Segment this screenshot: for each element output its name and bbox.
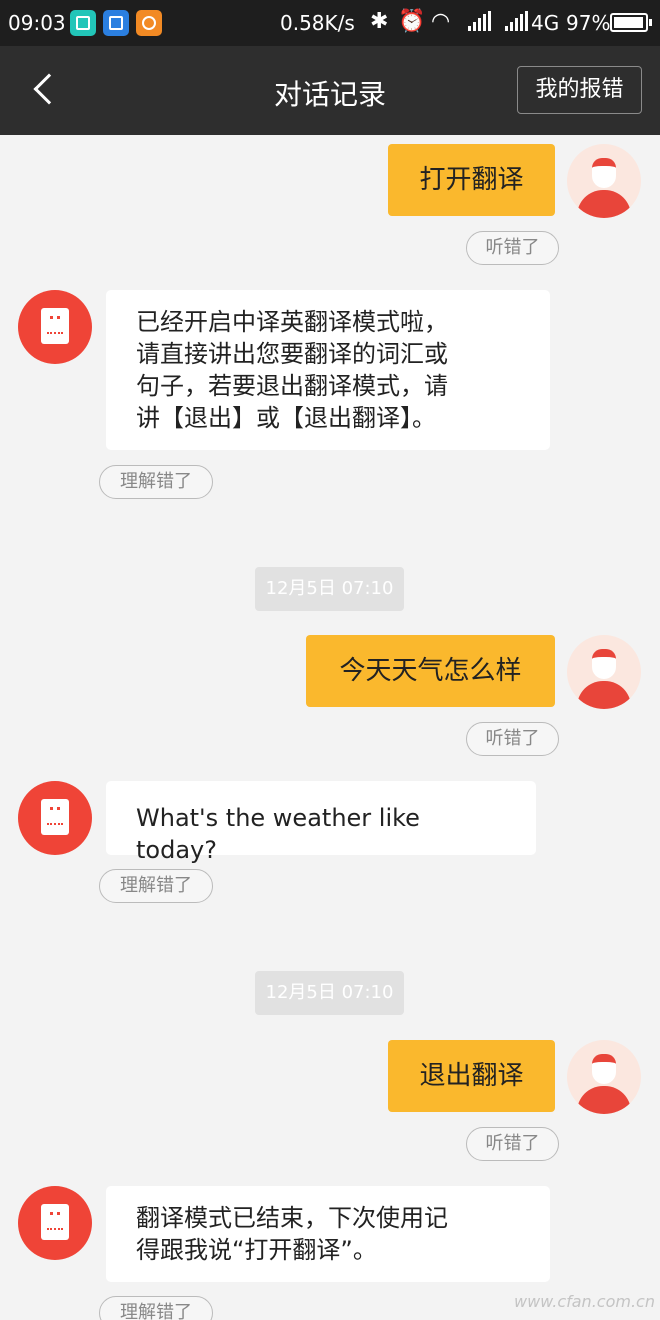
assistant-message: 翻译模式已结束，下次使用记 得跟我说“打开翻译”。 — [106, 1186, 550, 1282]
assistant-avatar — [18, 290, 92, 364]
user-message: 今天天气怎么样 — [306, 635, 555, 707]
battery-icon — [610, 13, 652, 32]
user-message: 退出翻译 — [388, 1040, 555, 1112]
misunderstood-button[interactable]: 理解错了 — [99, 465, 213, 499]
net-speed: 0.58K/s — [280, 11, 355, 35]
signal-icon — [468, 11, 492, 37]
signal-icon-2 — [505, 11, 529, 37]
misheard-button[interactable]: 听错了 — [466, 231, 559, 265]
watermark: www.cfan.com.cn — [514, 1292, 655, 1311]
user-message: 打开翻译 — [388, 144, 555, 216]
screenshot-app-icon — [70, 10, 96, 36]
timestamp: 12月5日 07:10 — [255, 971, 404, 1015]
assistant-avatar — [18, 1186, 92, 1260]
network-type: 4G — [531, 11, 560, 35]
title-bar: 对话记录 我的报错 — [0, 46, 660, 135]
user-avatar — [567, 1040, 641, 1114]
alarm-icon: ⏰ — [398, 9, 426, 34]
status-bar: 09:03 0.58K/s ✱ ⏰ ◠ 4G 97% — [0, 0, 660, 46]
message-app-icon — [103, 10, 129, 36]
misheard-button[interactable]: 听错了 — [466, 1127, 559, 1161]
misunderstood-button[interactable]: 理解错了 — [99, 1296, 213, 1320]
wifi-icon: ◠ — [431, 9, 451, 34]
assistant-message: 已经开启中译英翻译模式啦， 请直接讲出您要翻译的词汇或 句子，若要退出翻译模式，… — [106, 290, 550, 450]
timestamp: 12月5日 07:10 — [255, 567, 404, 611]
misheard-button[interactable]: 听错了 — [466, 722, 559, 756]
my-reports-button[interactable]: 我的报错 — [517, 66, 642, 114]
user-avatar — [567, 635, 641, 709]
battery-percent: 97% — [566, 11, 611, 35]
bluetooth-icon: ✱ — [370, 9, 389, 34]
assistant-message: What's the weather like today? — [106, 781, 536, 864]
assistant-avatar — [18, 781, 92, 855]
headset-app-icon — [136, 10, 162, 36]
misunderstood-button[interactable]: 理解错了 — [99, 869, 213, 903]
user-avatar — [567, 144, 641, 218]
status-time: 09:03 — [8, 11, 66, 35]
